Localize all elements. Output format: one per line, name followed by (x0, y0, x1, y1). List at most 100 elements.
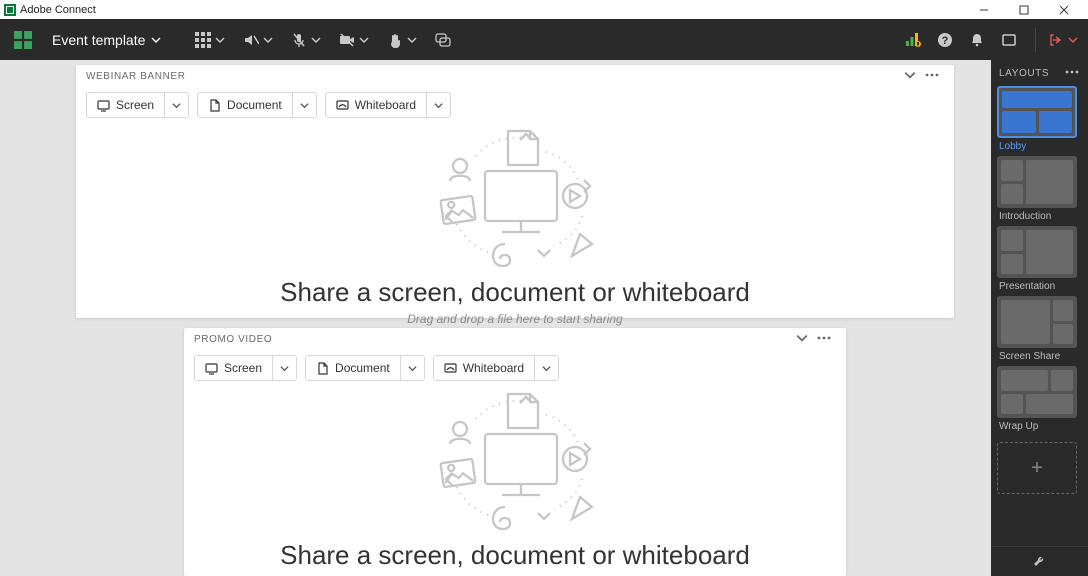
pod-options-button[interactable] (812, 328, 836, 351)
pod-collapse-button[interactable] (792, 332, 812, 347)
layout-item-introduction[interactable]: Introduction (997, 156, 1082, 222)
promo-video-pod: PROMO VIDEO Screen Document Whiteboard S… (184, 328, 846, 576)
help-button[interactable] (935, 28, 955, 52)
document-icon (208, 99, 221, 112)
share-document-label: Document (335, 361, 390, 375)
chevron-down-icon (1068, 35, 1078, 45)
share-whiteboard-dropdown[interactable] (534, 356, 558, 380)
wrench-icon (1032, 554, 1048, 570)
bell-icon (969, 32, 985, 48)
document-icon (316, 362, 329, 375)
microphone-off-icon (291, 32, 307, 48)
camera-off-icon (339, 32, 355, 48)
pods-menu-button[interactable] (193, 28, 227, 52)
pod-collapse-button[interactable] (900, 69, 920, 84)
layout-item-presentation[interactable]: Presentation (997, 226, 1082, 292)
chevron-down-icon (407, 35, 417, 45)
layout-thumbnail (997, 86, 1077, 138)
camera-toggle-button[interactable] (337, 28, 371, 52)
notifications-button[interactable] (967, 28, 987, 52)
share-document-dropdown[interactable] (400, 356, 424, 380)
pod-header[interactable]: PROMO VIDEO (184, 328, 846, 351)
pod-options-button[interactable] (920, 65, 944, 88)
share-document-dropdown[interactable] (292, 93, 316, 117)
layout-thumbnail (997, 156, 1077, 208)
window-close-button[interactable] (1044, 0, 1084, 19)
layout-label: Presentation (997, 281, 1082, 292)
pod-title: WEBINAR BANNER (86, 71, 186, 82)
share-whiteboard-dropdown[interactable] (426, 93, 450, 117)
window-maximize-button[interactable] (1004, 0, 1044, 19)
share-toolbar: Screen Document Whiteboard (184, 351, 846, 389)
layout-item-screen-share[interactable]: Screen Share (997, 296, 1082, 362)
share-illustration-icon (430, 126, 600, 271)
app-title: Adobe Connect (20, 4, 96, 16)
grid-icon (195, 32, 211, 48)
app-icon (4, 4, 16, 16)
share-screen-button[interactable]: Screen (86, 92, 189, 118)
share-illustration-icon (430, 389, 600, 534)
whiteboard-icon (336, 99, 349, 112)
layouts-panel: LAYOUTS Lobby Introduction Presentation … (991, 60, 1088, 576)
share-dropzone[interactable]: Share a screen, document or whiteboard D… (76, 126, 954, 338)
layouts-manage-button[interactable] (991, 546, 1088, 576)
layout-item-lobby[interactable]: Lobby (997, 86, 1082, 152)
exit-button[interactable] (1046, 28, 1080, 52)
window-minimize-button[interactable] (964, 0, 1004, 19)
connection-status-button[interactable] (903, 28, 923, 52)
layout-label: Lobby (997, 141, 1082, 152)
fullscreen-button[interactable] (999, 28, 1019, 52)
layout-item-wrap-up[interactable]: Wrap Up (997, 366, 1082, 432)
share-screen-label: Screen (116, 98, 154, 112)
share-whiteboard-label: Whiteboard (355, 98, 416, 112)
speaker-off-icon (243, 32, 259, 48)
connection-bars-icon (905, 32, 921, 48)
chevron-down-icon (311, 35, 321, 45)
layouts-title: LAYOUTS (999, 68, 1049, 79)
chevron-down-icon (359, 35, 369, 45)
layouts-options-button[interactable] (1064, 64, 1080, 83)
hand-icon (387, 32, 403, 48)
screen-icon (205, 362, 218, 375)
share-toolbar: Screen Document Whiteboard (76, 88, 954, 126)
speaker-toggle-button[interactable] (241, 28, 275, 52)
exit-icon (1048, 32, 1064, 48)
share-document-button[interactable]: Document (197, 92, 317, 118)
window-titlebar: Adobe Connect (0, 0, 1088, 19)
main-toolbar: Event template (0, 19, 1088, 60)
layout-thumbnail (997, 296, 1077, 348)
add-layout-button[interactable]: + (997, 442, 1077, 494)
whiteboard-icon (444, 362, 457, 375)
chevron-down-icon (151, 35, 161, 45)
layout-thumbnail (997, 226, 1077, 278)
raise-hand-button[interactable] (385, 28, 419, 52)
chat-icon (435, 32, 451, 48)
chevron-down-icon (263, 35, 273, 45)
adobe-connect-logo[interactable] (8, 25, 38, 55)
share-screen-dropdown[interactable] (164, 93, 188, 117)
share-document-button[interactable]: Document (305, 355, 425, 381)
layouts-list[interactable]: Lobby Introduction Presentation Screen S… (991, 86, 1088, 546)
webinar-banner-pod: WEBINAR BANNER Screen Document Whiteboar… (76, 65, 954, 318)
layout-thumbnail (997, 366, 1077, 418)
share-hint: Drag and drop a file here to start shari… (407, 312, 622, 326)
layouts-header: LAYOUTS (991, 60, 1088, 86)
share-screen-dropdown[interactable] (272, 356, 296, 380)
pod-header[interactable]: WEBINAR BANNER (76, 65, 954, 88)
room-name-label: Event template (52, 32, 145, 48)
share-screen-button[interactable]: Screen (194, 355, 297, 381)
microphone-toggle-button[interactable] (289, 28, 323, 52)
share-whiteboard-button[interactable]: Whiteboard (433, 355, 559, 381)
layout-label: Screen Share (997, 351, 1082, 362)
screen-icon (97, 99, 110, 112)
chevron-down-icon (215, 35, 225, 45)
chat-button[interactable] (433, 28, 453, 52)
share-document-label: Document (227, 98, 282, 112)
share-heading: Share a screen, document or whiteboard (280, 277, 750, 308)
share-screen-label: Screen (224, 361, 262, 375)
layout-label: Wrap Up (997, 421, 1082, 432)
pod-title: PROMO VIDEO (194, 334, 272, 345)
room-name-menu[interactable]: Event template (44, 32, 169, 48)
share-dropzone[interactable]: Share a screen, document or whiteboard D… (184, 389, 846, 576)
share-whiteboard-button[interactable]: Whiteboard (325, 92, 451, 118)
